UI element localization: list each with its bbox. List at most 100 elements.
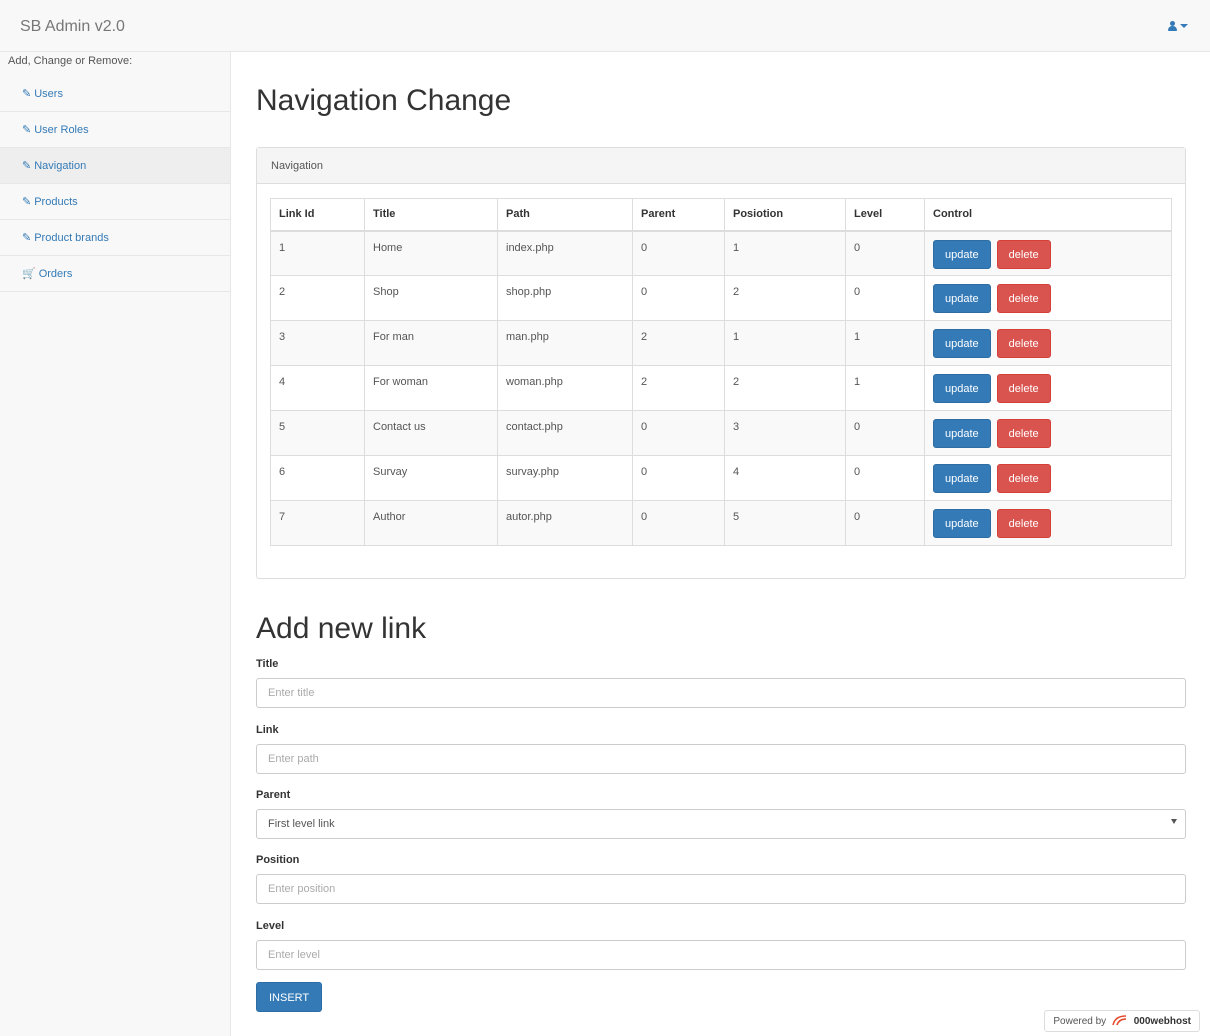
cell-position: 1 [724, 320, 846, 366]
sidebar-item-products[interactable]: ✎ Products [0, 184, 230, 220]
cell-path: man.php [497, 320, 633, 366]
table-row: 2 Shop shop.php 0 2 0 update delete [270, 275, 1172, 321]
form-title: Add new link [256, 612, 427, 645]
sidebar-item-product-brands[interactable]: ✎ Product brands [0, 220, 230, 256]
cell-level: 0 [845, 500, 925, 546]
top-navbar: SB Admin v2.0 [0, 0, 1210, 52]
cell-control: update delete [924, 320, 1172, 366]
update-button[interactable]: update [933, 509, 991, 538]
sidebar-item-user-roles[interactable]: ✎ User Roles [0, 112, 230, 148]
delete-button[interactable]: delete [996, 419, 1051, 448]
table-row: 3 For man man.php 2 1 1 update delete [270, 320, 1172, 366]
user-icon [1168, 21, 1177, 31]
level-label: Level [256, 920, 285, 932]
cell-path: survay.php [497, 455, 633, 501]
update-button[interactable]: update [933, 464, 991, 493]
000webhost-logo-icon [1112, 1015, 1126, 1026]
column-header: Link Id [270, 198, 365, 232]
cell-parent: 0 [632, 455, 725, 501]
table-header-row: Link Id Title Path Parent Posiotion Leve… [270, 198, 1172, 232]
parent-select[interactable]: First level link [256, 809, 1186, 839]
update-button[interactable]: update [933, 239, 991, 269]
cell-level: 1 [845, 320, 925, 366]
edit-icon: ✎ [22, 196, 32, 208]
delete-button[interactable]: delete [996, 329, 1051, 358]
sidebar-heading: Add, Change or Remove: [8, 55, 133, 67]
cell-path: autor.php [497, 500, 633, 546]
cell-control: update delete [924, 365, 1172, 411]
delete-button[interactable]: delete [996, 374, 1051, 403]
update-button[interactable]: update [933, 284, 991, 313]
position-label: Position [256, 854, 300, 866]
user-menu-toggle[interactable] [1168, 19, 1188, 33]
table-row: 1 Home index.php 0 1 0 update delete [270, 230, 1172, 276]
cell-link-id: 1 [270, 230, 365, 276]
sidebar-item-navigation[interactable]: ✎ Navigation [0, 148, 230, 184]
sidebar-item-orders[interactable]: 🛒 Orders [0, 256, 230, 292]
brand-title[interactable]: SB Admin v2.0 [20, 18, 125, 36]
column-header: Parent [632, 198, 725, 232]
delete-button[interactable]: delete [996, 464, 1051, 493]
host-name: 000webhost [1133, 1016, 1191, 1027]
cell-link-id: 6 [270, 455, 365, 501]
cell-path: woman.php [497, 365, 633, 411]
cell-parent: 0 [632, 410, 725, 456]
title-label: Title [256, 658, 279, 670]
delete-button[interactable]: delete [996, 284, 1051, 313]
cell-title: Shop [364, 275, 498, 321]
cell-parent: 2 [632, 320, 725, 366]
parent-label: Parent [256, 789, 291, 801]
update-button[interactable]: update [933, 419, 991, 448]
page-content: Navigation Change Navigation Link Id Tit… [230, 52, 1210, 1036]
cell-position: 5 [724, 500, 846, 546]
link-input[interactable] [256, 744, 1186, 774]
navigation-panel: Navigation Link Id Title Path Parent Pos… [256, 147, 1186, 579]
table-row: 5 Contact us contact.php 0 3 0 update del… [270, 410, 1172, 456]
cell-title: For man [364, 320, 498, 366]
cell-level: 1 [845, 365, 925, 411]
cell-link-id: 7 [270, 500, 365, 546]
sidebar-item-label: Orders [38, 268, 73, 280]
sidebar-item-label: Products [34, 196, 78, 208]
cell-title: Contact us [364, 410, 498, 456]
sidebar: Add, Change or Remove: ✎ Users ✎ User Role… [0, 52, 230, 1036]
cell-control: update delete [924, 410, 1172, 456]
cell-path: contact.php [497, 410, 633, 456]
update-button[interactable]: update [933, 374, 991, 403]
shopping-cart-icon: 🛒 [22, 268, 36, 280]
cell-position: 4 [724, 455, 846, 501]
powered-by-badge[interactable]: Powered by 000webhost [1044, 1010, 1200, 1032]
edit-icon: ✎ [22, 232, 32, 244]
cell-position: 3 [724, 410, 846, 456]
cell-level: 0 [845, 455, 925, 501]
cell-link-id: 3 [270, 320, 365, 366]
cell-control: update delete [924, 275, 1172, 321]
edit-icon: ✎ [22, 124, 32, 136]
navigation-table: Link Id Title Path Parent Posiotion Leve… [270, 198, 1172, 546]
cell-path: shop.php [497, 275, 633, 321]
cell-position: 1 [724, 230, 846, 276]
cell-title: Home [364, 230, 498, 276]
sidebar-item-label: User Roles [34, 124, 89, 136]
dropdown-arrow-icon [1171, 819, 1177, 824]
delete-button[interactable]: delete [996, 509, 1051, 538]
column-header: Posiotion [724, 198, 846, 232]
table-row: 7 Author autor.php 0 5 0 update delete [270, 500, 1172, 546]
cell-parent: 0 [632, 500, 725, 546]
update-button[interactable]: update [933, 329, 991, 358]
edit-icon: ✎ [22, 160, 32, 172]
page-title: Navigation Change [256, 84, 512, 117]
sidebar-item-users[interactable]: ✎ Users [0, 76, 230, 112]
title-input[interactable] [256, 678, 1186, 708]
caret-down-icon [1180, 24, 1188, 28]
insert-button[interactable]: INSERT [256, 982, 323, 1012]
cell-position: 2 [724, 275, 846, 321]
cell-parent: 0 [632, 230, 725, 276]
delete-button[interactable]: delete [996, 239, 1051, 269]
cell-link-id: 4 [270, 365, 365, 411]
sidebar-item-label: Navigation [34, 160, 87, 172]
position-input[interactable] [256, 874, 1186, 904]
level-input[interactable] [256, 940, 1186, 970]
cell-control: update delete [924, 455, 1172, 501]
parent-selected-value: First level link [268, 818, 335, 830]
